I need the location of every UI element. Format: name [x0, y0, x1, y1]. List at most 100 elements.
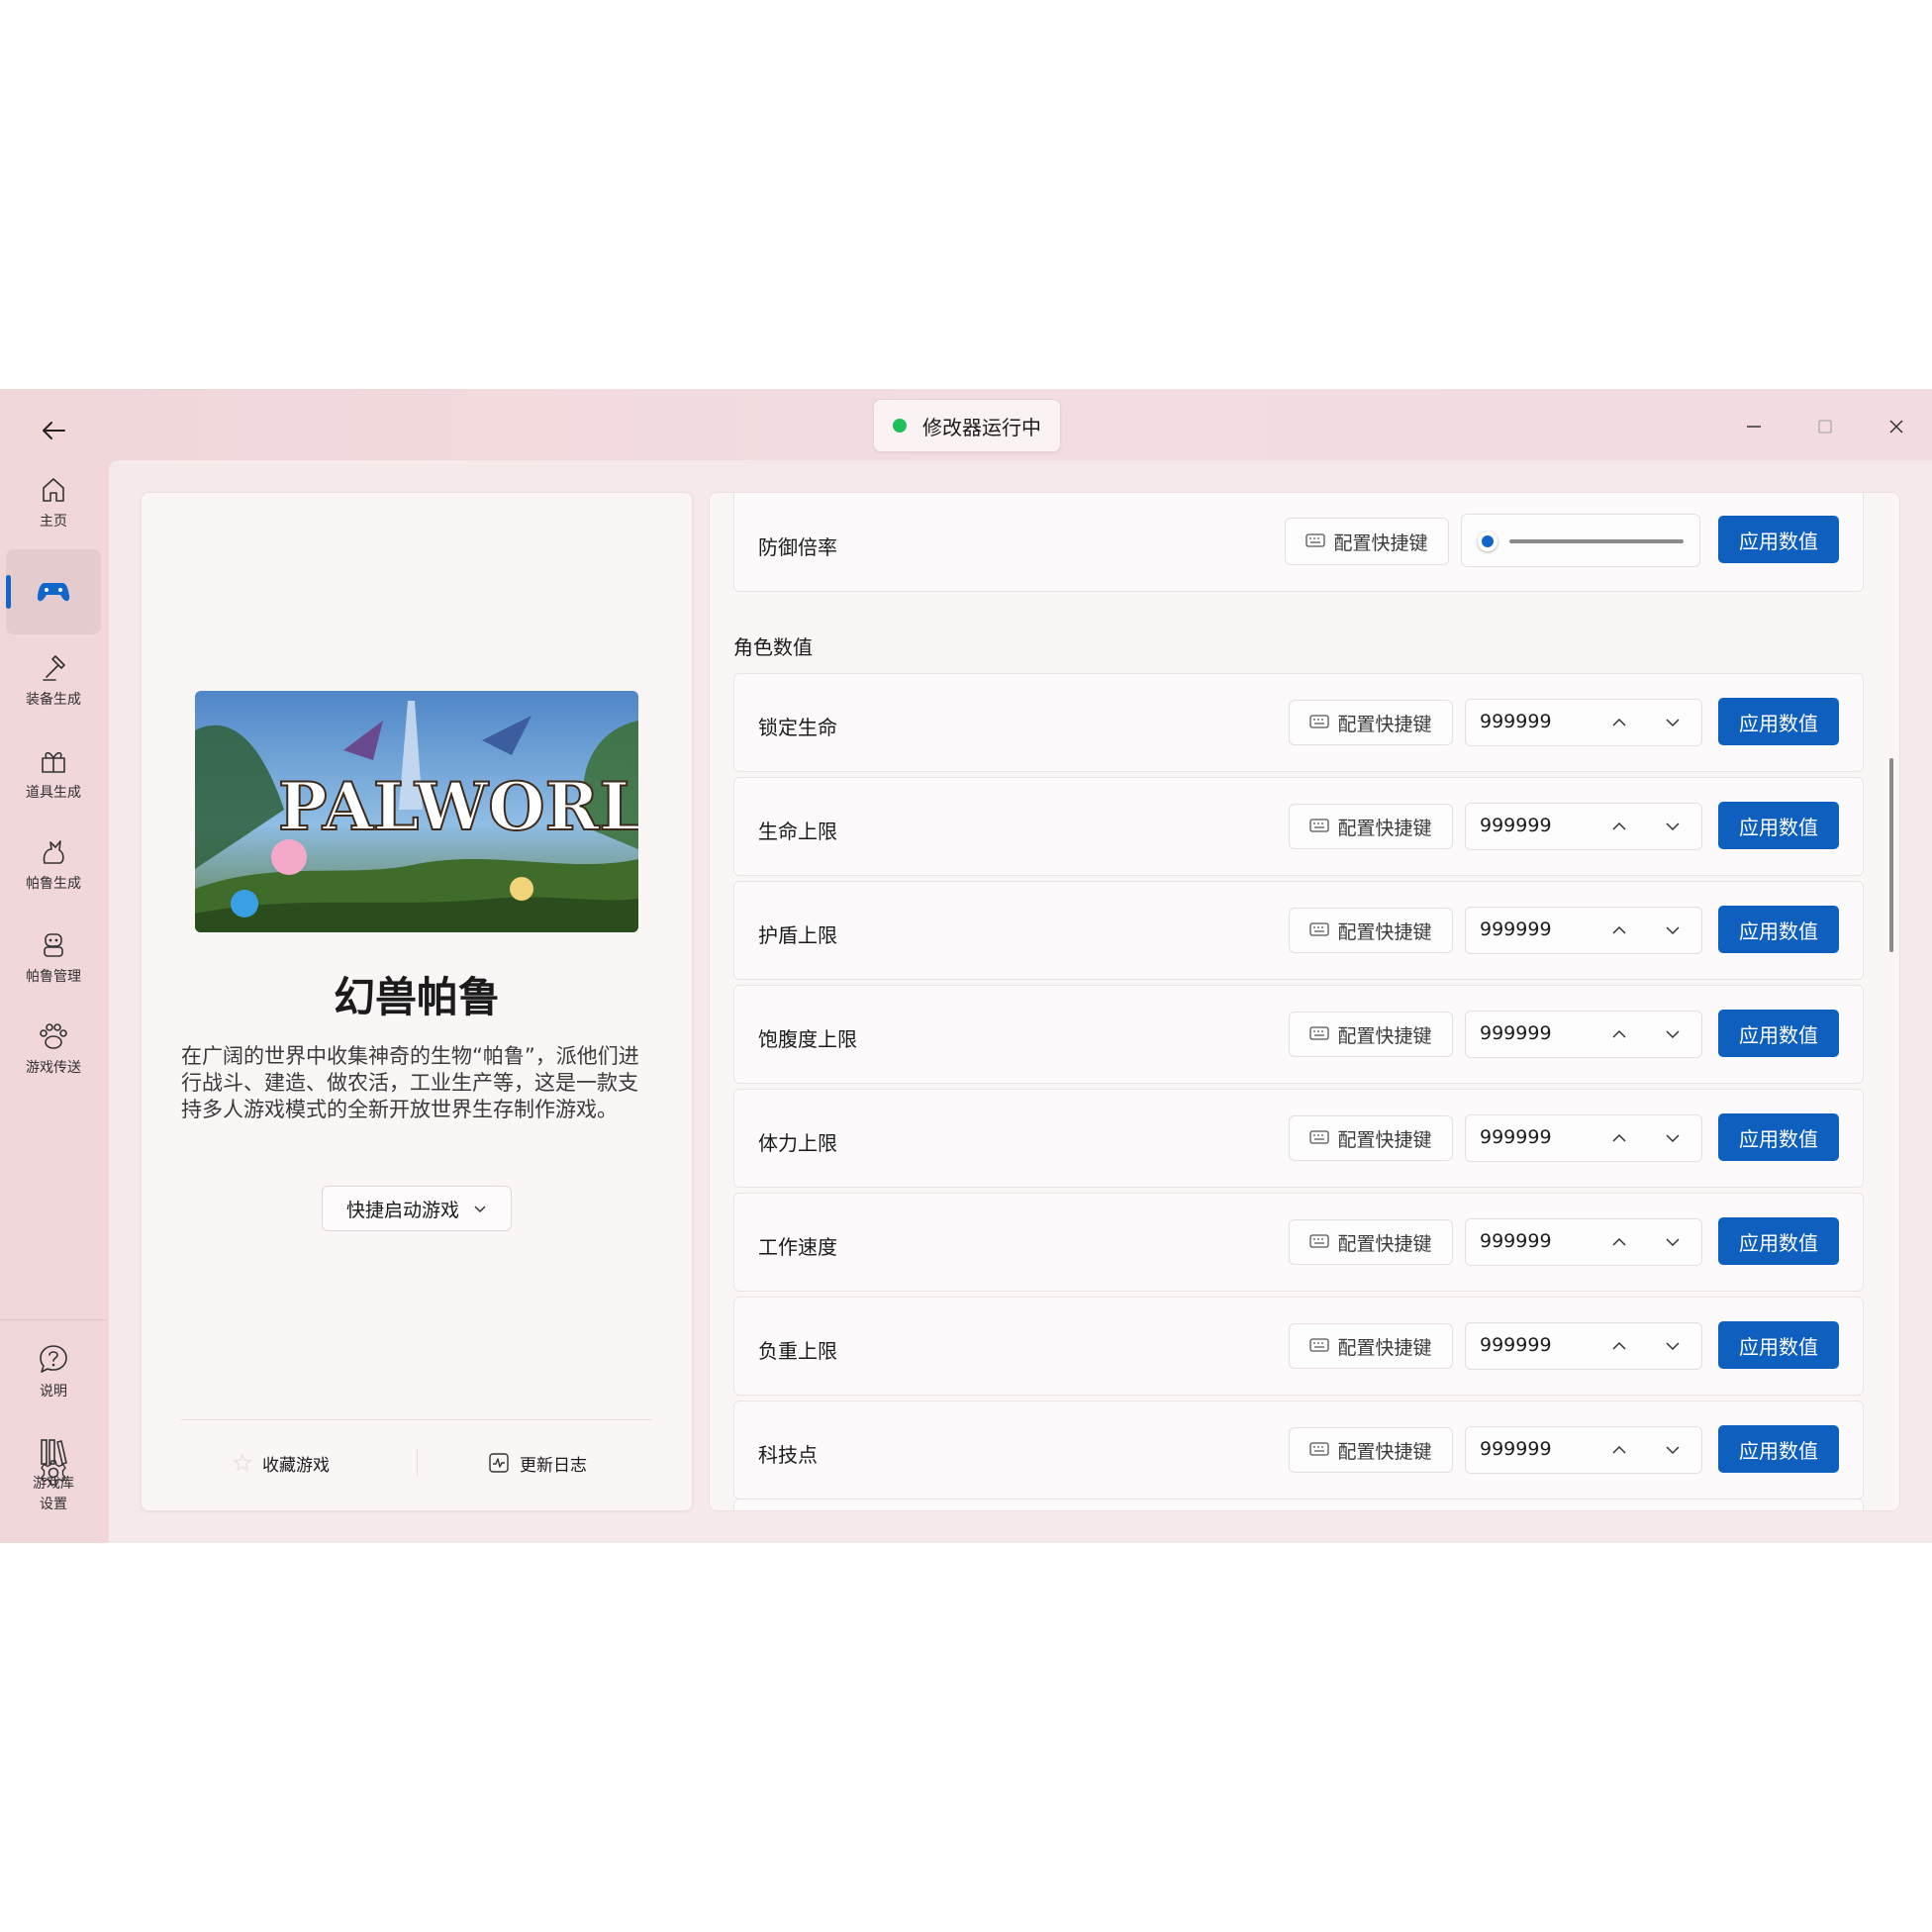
decrement-button[interactable]	[1658, 1227, 1688, 1257]
config-hotkey-button[interactable]: 配置快捷键	[1289, 1323, 1453, 1369]
apply-value-button[interactable]: 应用数值	[1718, 802, 1839, 849]
apply-value-button[interactable]: 应用数值	[1718, 1321, 1839, 1369]
config-hotkey-button[interactable]: 配置快捷键	[1289, 908, 1453, 953]
arrow-left-icon	[43, 422, 65, 439]
back-button[interactable]	[36, 413, 71, 448]
game-cover-image: PALWORLD	[195, 691, 638, 932]
setting-label: 防御倍率	[758, 535, 837, 559]
nav-settings-item[interactable]: 设置	[6, 1440, 101, 1531]
decrement-button[interactable]	[1658, 1435, 1688, 1465]
nav-pal-manage[interactable]: 帕鲁管理	[6, 916, 101, 1001]
setting-row: 负重上限 配置快捷键 999999 应用数值	[733, 1297, 1864, 1396]
favorite-game-button[interactable]: 收藏游戏	[233, 1445, 330, 1481]
value-number-box[interactable]: 999999	[1465, 1218, 1702, 1266]
help-icon	[40, 1345, 67, 1373]
maximize-button[interactable]	[1805, 407, 1845, 446]
value-number-box[interactable]: 999999	[1465, 803, 1702, 850]
value-input[interactable]: 999999	[1480, 1438, 1552, 1460]
defense-slider[interactable]	[1461, 514, 1700, 567]
keyboard-icon	[1309, 1026, 1330, 1040]
value-input[interactable]: 999999	[1480, 918, 1552, 940]
nav-pal-spawn[interactable]: 帕鲁生成	[6, 822, 101, 908]
chevron-up-icon	[1612, 718, 1626, 726]
value-number-box[interactable]: 999999	[1465, 699, 1702, 746]
slider-thumb[interactable]	[1478, 531, 1498, 551]
value-number-box[interactable]: 999999	[1465, 1426, 1702, 1474]
status-pill: 修改器运行中	[873, 399, 1061, 452]
value-input[interactable]: 999999	[1480, 815, 1552, 836]
config-hotkey-button[interactable]: 配置快捷键	[1289, 1115, 1453, 1161]
gift-icon	[42, 751, 65, 773]
chevron-down-icon	[474, 1206, 486, 1213]
increment-button[interactable]	[1604, 1019, 1634, 1049]
increment-button[interactable]	[1604, 708, 1634, 737]
decrement-button[interactable]	[1658, 916, 1688, 945]
quick-launch-dropdown[interactable]: 快捷启动游戏	[322, 1186, 512, 1231]
scrollbar[interactable]	[1889, 758, 1893, 952]
minimize-button[interactable]	[1734, 407, 1774, 446]
value-input[interactable]: 999999	[1480, 1126, 1552, 1148]
nav-equipment-label: 装备生成	[26, 692, 81, 708]
increment-button[interactable]	[1604, 1435, 1634, 1465]
changelog-button[interactable]: 更新日志	[488, 1445, 587, 1481]
value-number-box[interactable]: 999999	[1465, 1011, 1702, 1058]
value-input[interactable]: 999999	[1480, 1022, 1552, 1044]
apply-value-button[interactable]: 应用数值	[1718, 1425, 1839, 1473]
decrement-button[interactable]	[1658, 1331, 1688, 1361]
increment-button[interactable]	[1604, 1227, 1634, 1257]
value-input[interactable]: 999999	[1480, 1334, 1552, 1356]
config-hotkey-label: 配置快捷键	[1337, 1024, 1432, 1047]
nav-settings-label: 设置	[40, 1497, 67, 1512]
chevron-down-icon	[1666, 1446, 1680, 1455]
apply-value-button[interactable]: 应用数值	[1718, 1113, 1839, 1161]
increment-button[interactable]	[1604, 916, 1634, 945]
nav-teleport[interactable]: 游戏传送	[6, 1007, 101, 1092]
increment-button[interactable]	[1604, 1331, 1634, 1361]
apply-value-button[interactable]: 应用数值	[1718, 906, 1839, 953]
close-icon	[1889, 420, 1903, 434]
minimize-icon	[1747, 426, 1761, 428]
value-input[interactable]: 999999	[1480, 711, 1552, 732]
config-hotkey-label: 配置快捷键	[1337, 920, 1432, 943]
config-hotkey-button[interactable]: 配置快捷键	[1289, 700, 1453, 745]
apply-value-button[interactable]: 应用数值	[1718, 1010, 1839, 1057]
config-hotkey-button[interactable]: 配置快捷键	[1289, 1219, 1453, 1265]
close-button[interactable]	[1877, 407, 1916, 446]
chevron-up-icon	[1612, 1133, 1626, 1142]
apply-value-button[interactable]: 应用数值	[1718, 1217, 1839, 1265]
nav-items[interactable]: 道具生成	[6, 731, 101, 817]
decrement-button[interactable]	[1658, 1123, 1688, 1153]
decrement-button[interactable]	[1658, 812, 1688, 841]
chevron-down-icon	[1666, 1238, 1680, 1247]
decrement-button[interactable]	[1658, 1019, 1688, 1049]
config-hotkey-button[interactable]: 配置快捷键	[1289, 804, 1453, 849]
apply-value-button[interactable]: 应用数值	[1718, 516, 1839, 563]
title-bar: 修改器运行中	[0, 389, 1932, 460]
chevron-up-icon	[1612, 1029, 1626, 1038]
nav-teleport-label: 游戏传送	[26, 1060, 81, 1076]
value-number-box[interactable]: 999999	[1465, 1322, 1702, 1370]
app-window: 修改器运行中 主页 装备生成 道具生成 帕鲁生成 帕鲁管理 游戏传送 说明 游戏…	[0, 389, 1932, 1543]
star-icon	[233, 1453, 252, 1472]
sidebar-divider	[0, 1319, 107, 1320]
config-hotkey-label: 配置快捷键	[1337, 1440, 1432, 1463]
config-hotkey-button[interactable]: 配置快捷键	[1289, 1427, 1453, 1473]
increment-button[interactable]	[1604, 1123, 1634, 1153]
config-hotkey-button[interactable]: 配置快捷键	[1289, 1012, 1453, 1057]
status-text: 修改器运行中	[922, 415, 1041, 439]
changelog-icon	[489, 1453, 509, 1473]
nav-game[interactable]	[6, 549, 101, 634]
setting-row: 锁定生命 配置快捷键 999999 应用数值	[733, 673, 1864, 772]
nav-help[interactable]: 说明	[6, 1329, 101, 1414]
nav-equipment[interactable]: 装备生成	[6, 638, 101, 724]
value-number-box[interactable]: 999999	[1465, 907, 1702, 954]
nav-items-label: 道具生成	[26, 785, 81, 801]
value-number-box[interactable]: 999999	[1465, 1114, 1702, 1162]
keyboard-icon	[1309, 715, 1330, 728]
increment-button[interactable]	[1604, 812, 1634, 841]
decrement-button[interactable]	[1658, 708, 1688, 737]
apply-value-button[interactable]: 应用数值	[1718, 698, 1839, 745]
config-hotkey-button[interactable]: 配置快捷键	[1285, 518, 1449, 565]
value-input[interactable]: 999999	[1480, 1230, 1552, 1252]
nav-home[interactable]: 主页	[6, 460, 101, 545]
